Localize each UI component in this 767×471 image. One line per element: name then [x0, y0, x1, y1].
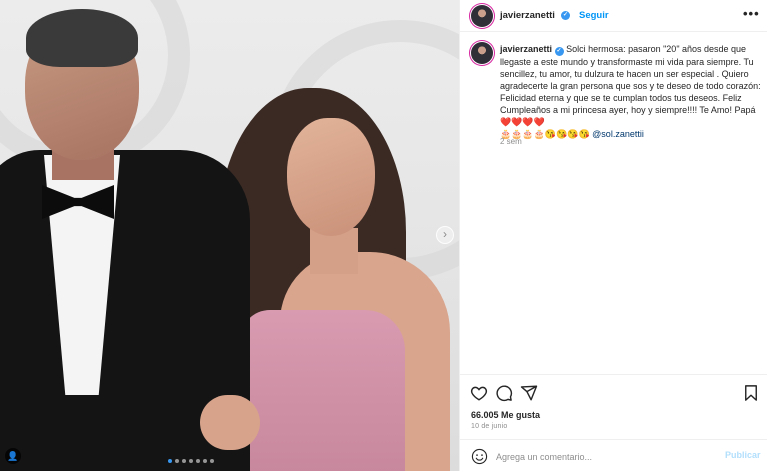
mention-link[interactable]: @sol.zanettii — [592, 129, 644, 139]
photo-woman-face — [287, 118, 375, 236]
carousel-dot — [175, 459, 179, 463]
caption-text: Solci hermosa: pasaron "20" años desde q… — [500, 44, 761, 127]
post-photo[interactable]: › 👤 — [0, 0, 459, 471]
comment-input[interactable] — [496, 449, 706, 464]
caption-username[interactable]: javierzanetti — [500, 44, 552, 54]
publish-button[interactable]: Publicar — [725, 450, 761, 460]
caption-body: javierzanetti ✓ Solci hermosa: pasaron "… — [500, 43, 762, 140]
photo-woman-arm — [200, 395, 260, 450]
post-side-panel: javierzanetti ✓ Seguir ••• javierzanetti… — [459, 0, 767, 471]
caption-author-avatar[interactable] — [471, 42, 493, 64]
share-icon[interactable] — [520, 384, 538, 402]
photo-sequin-dress — [240, 310, 405, 471]
verified-badge-icon: ✓ — [561, 11, 570, 20]
more-options-icon[interactable]: ••• — [743, 6, 760, 21]
photo-man-hair — [26, 9, 138, 67]
user-tag-icon: 👤 — [7, 451, 19, 461]
caption-timestamp[interactable]: 2 sem — [500, 137, 522, 146]
carousel-dot — [210, 459, 214, 463]
carousel-indicator — [168, 459, 214, 463]
like-count[interactable]: 66.005 Me gusta — [471, 410, 540, 420]
emoji-icon[interactable] — [471, 448, 488, 465]
bookmark-icon[interactable] — [742, 384, 760, 402]
carousel-next-button[interactable]: › — [436, 226, 454, 244]
carousel-dot — [182, 459, 186, 463]
post-date[interactable]: 10 de junio — [471, 423, 507, 430]
verified-badge-icon: ✓ — [554, 47, 564, 56]
comment-icon[interactable] — [495, 384, 513, 402]
carousel-dot — [168, 459, 172, 463]
author-avatar[interactable] — [471, 5, 493, 27]
post-actions: 66.005 Me gusta 10 de junio Publicar — [460, 374, 767, 471]
follow-button[interactable]: Seguir — [579, 10, 609, 21]
heart-icon[interactable] — [470, 384, 488, 402]
post-header: javierzanetti ✓ Seguir ••• — [460, 0, 767, 32]
carousel-dot — [196, 459, 200, 463]
carousel-dot — [203, 459, 207, 463]
comment-composer: Publicar — [460, 439, 767, 471]
tagged-users-button[interactable]: 👤 — [5, 448, 21, 464]
author-username[interactable]: javierzanetti — [500, 10, 555, 21]
carousel-dot — [189, 459, 193, 463]
chevron-right-icon: › — [443, 227, 447, 241]
